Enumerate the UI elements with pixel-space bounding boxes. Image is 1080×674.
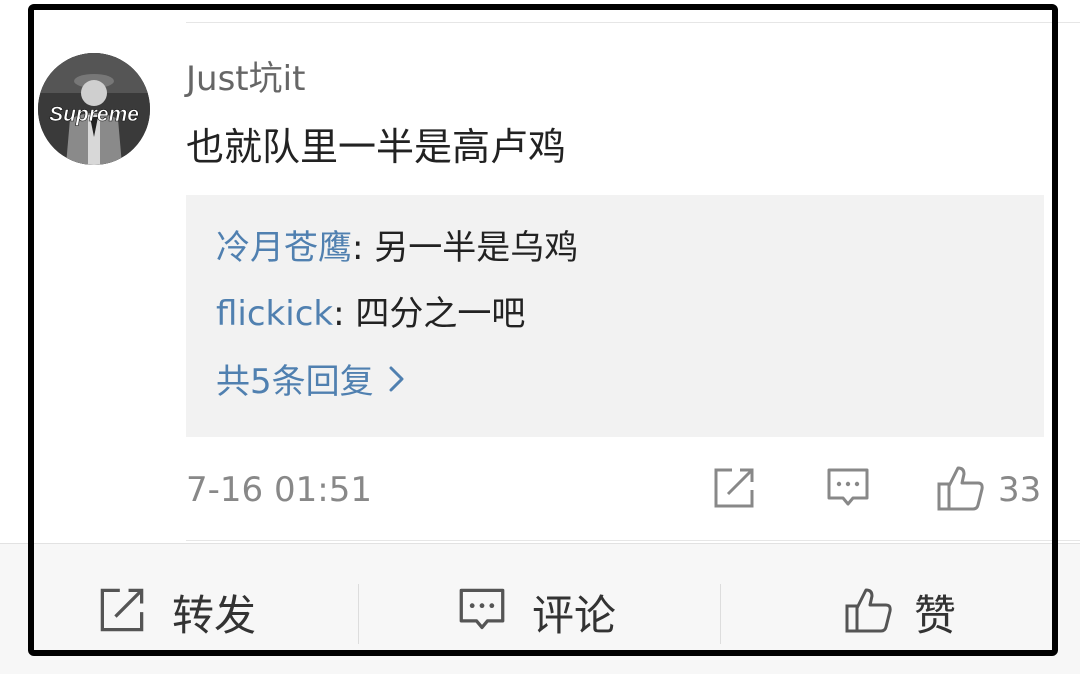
forward-button[interactable]: 转发: [98, 584, 256, 640]
bar-divider: [720, 584, 721, 644]
reply-text: : 四分之一吧: [333, 294, 526, 334]
avatar-logo-text: Supreme: [49, 103, 139, 126]
more-replies-link[interactable]: 共5条回复: [216, 359, 406, 405]
comment-icon: [458, 586, 506, 638]
avatar[interactable]: Supreme: [38, 53, 150, 165]
like-label: 赞: [914, 590, 957, 640]
like-button[interactable]: 33: [936, 466, 1041, 514]
divider: [186, 540, 1080, 541]
bar-divider: [358, 584, 359, 644]
share-icon: [712, 466, 756, 514]
bottom-action-bar: 转发 评论 赞: [0, 543, 1080, 674]
reply-item[interactable]: flickick: 四分之一吧: [216, 291, 525, 337]
comment-button[interactable]: [826, 466, 870, 514]
forward-label: 转发: [172, 590, 257, 640]
bottom-like-button[interactable]: 赞: [844, 584, 956, 640]
username[interactable]: Just坑it: [186, 56, 305, 102]
comment-label: 评论: [532, 590, 617, 640]
replies-box[interactable]: 冷月苍鹰: 另一半是乌鸡 flickick: 四分之一吧 共5条回复: [186, 195, 1044, 437]
avatar-image: Supreme: [38, 53, 150, 165]
more-replies-label: 共5条回复: [216, 362, 374, 402]
like-count: 33: [998, 470, 1042, 510]
comment-icon: [826, 466, 870, 514]
reply-author[interactable]: 冷月苍鹰: [216, 228, 352, 268]
reply-text: : 另一半是乌鸡: [352, 228, 579, 268]
divider: [186, 22, 1080, 23]
reply-author[interactable]: flickick: [216, 294, 333, 334]
bottom-comment-button[interactable]: 评论: [458, 584, 616, 640]
reply-item[interactable]: 冷月苍鹰: 另一半是乌鸡: [216, 225, 578, 271]
chevron-right-icon: [388, 359, 406, 405]
timestamp: 7-16 01:51: [186, 470, 372, 510]
share-icon: [98, 586, 146, 638]
thumbs-up-icon: [936, 464, 986, 516]
comment-text: 也就队里一半是高卢鸡: [186, 125, 567, 169]
thumbs-up-icon: [844, 586, 894, 638]
share-button[interactable]: [712, 466, 756, 514]
